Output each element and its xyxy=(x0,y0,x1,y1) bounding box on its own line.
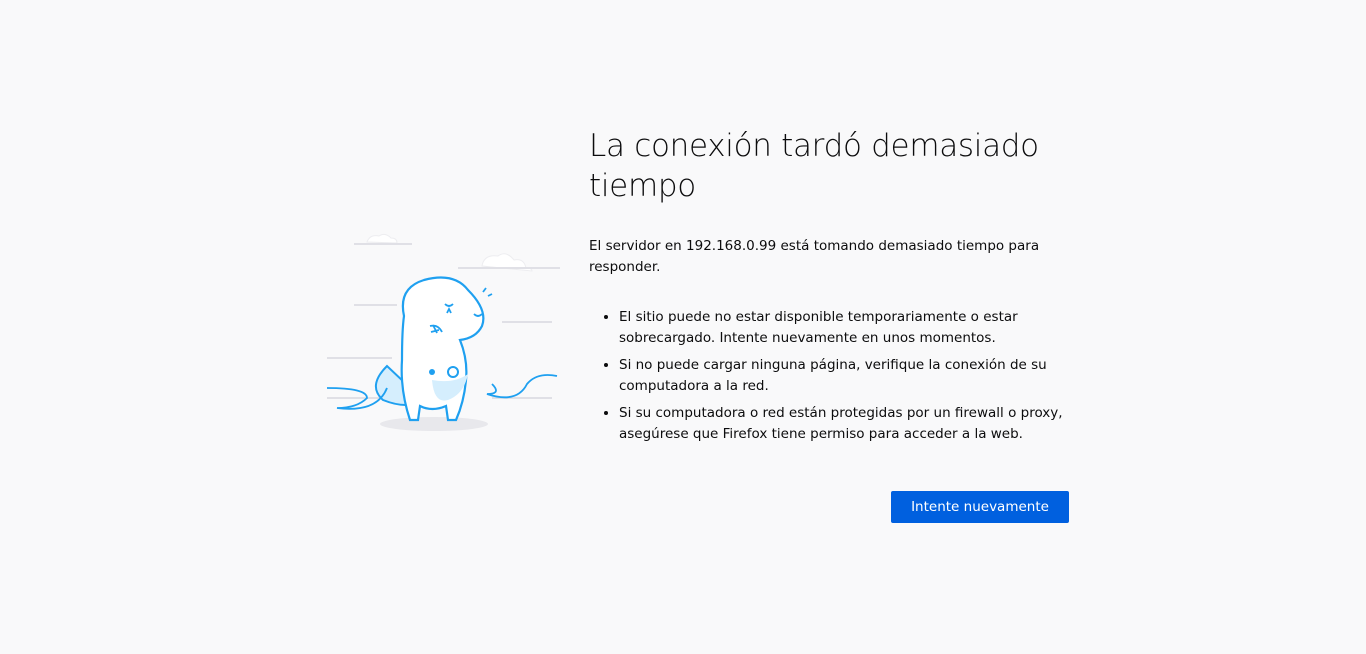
error-content: La conexión tardó demasiado tiempo El se… xyxy=(589,126,1071,451)
error-title: La conexión tardó demasiado tiempo xyxy=(589,128,1039,204)
disconnected-dinosaur-illustration xyxy=(326,233,560,431)
error-description: El servidor en 192.168.0.99 está tomando… xyxy=(589,238,1040,275)
retry-button[interactable]: Intente nuevamente xyxy=(891,491,1069,523)
suggestion-item: Si no puede cargar ninguna página, verif… xyxy=(619,355,1071,397)
suggestion-list: El sitio puede no estar disponible tempo… xyxy=(589,307,1071,445)
suggestion-item: Si su computadora o red están protegidas… xyxy=(619,403,1071,445)
suggestion-item: El sitio puede no estar disponible tempo… xyxy=(619,307,1071,349)
